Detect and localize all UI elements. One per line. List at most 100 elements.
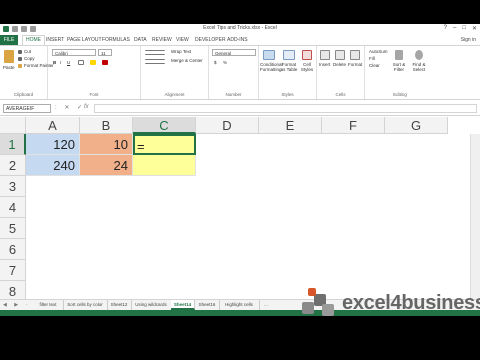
maximize-button[interactable]: □ bbox=[462, 25, 466, 32]
sign-in-link[interactable]: Sign in bbox=[461, 37, 476, 43]
row-header-1[interactable]: 1 bbox=[0, 134, 26, 155]
column-header-e[interactable]: E bbox=[259, 117, 322, 134]
fill-button[interactable]: Fill bbox=[369, 56, 375, 61]
conditional-formatting-label[interactable]: Conditional Formatting bbox=[260, 62, 283, 72]
select-all-corner[interactable] bbox=[0, 117, 26, 134]
worksheet-grid: A B C D E F G 1 2 3 4 5 6 7 8 120 10 = 2… bbox=[0, 117, 480, 299]
font-size-dropdown[interactable]: 11 bbox=[98, 49, 112, 56]
italic-button[interactable]: I bbox=[60, 60, 61, 65]
font-color-icon[interactable] bbox=[102, 60, 108, 65]
insert-cells-label[interactable]: Insert bbox=[319, 62, 330, 67]
delete-cells-label[interactable]: Delete bbox=[333, 62, 346, 67]
row-header-8[interactable]: 8 bbox=[0, 281, 26, 299]
tab-developer[interactable]: DEVELOPER bbox=[195, 37, 226, 43]
column-header-b[interactable]: B bbox=[80, 117, 133, 134]
row-header-4[interactable]: 4 bbox=[0, 197, 26, 218]
font-group: Calibri 11 B I U Font bbox=[48, 46, 141, 99]
cut-icon[interactable] bbox=[18, 50, 22, 54]
tab-home[interactable]: HOME bbox=[22, 35, 45, 45]
underline-button[interactable]: U bbox=[67, 60, 70, 65]
paste-label[interactable]: Paste bbox=[3, 65, 15, 70]
format-painter-icon[interactable] bbox=[18, 64, 22, 68]
help-button[interactable]: ? bbox=[444, 25, 447, 32]
close-button[interactable]: ✕ bbox=[472, 25, 477, 32]
tab-formulas[interactable]: FORMULAS bbox=[102, 37, 130, 43]
format-cells-label[interactable]: Format bbox=[348, 62, 362, 67]
format-cells-icon[interactable] bbox=[350, 50, 360, 60]
cell-a1[interactable]: 120 bbox=[26, 134, 80, 155]
find-select-label[interactable]: Find & Select bbox=[411, 62, 427, 72]
font-name-dropdown[interactable]: Calibri bbox=[52, 49, 96, 56]
clipboard-group: Paste Cut Copy Format Painter Clipboard bbox=[0, 46, 54, 99]
formula-input[interactable] bbox=[94, 104, 477, 113]
sheet-tab-using-wildcards[interactable]: Using wildcards bbox=[131, 300, 172, 310]
tab-review[interactable]: REVIEW bbox=[152, 37, 172, 43]
sheet-tab-highlight-cells[interactable]: Highlight cells bbox=[219, 300, 260, 310]
tab-view[interactable]: VIEW bbox=[176, 37, 189, 43]
autosum-button[interactable]: AutoSum bbox=[369, 49, 388, 54]
insert-cells-icon[interactable] bbox=[320, 50, 330, 60]
currency-button[interactable]: $ bbox=[214, 60, 217, 65]
copy-label[interactable]: Copy bbox=[24, 56, 35, 61]
styles-group-label: Styles bbox=[281, 92, 294, 97]
cell-b2[interactable]: 24 bbox=[80, 155, 133, 176]
find-select-icon[interactable] bbox=[415, 50, 423, 60]
align-top-icon[interactable] bbox=[145, 50, 165, 55]
format-as-table-icon[interactable] bbox=[283, 50, 295, 60]
cell-styles-label[interactable]: Cell Styles bbox=[300, 62, 314, 72]
number-format-dropdown[interactable]: General bbox=[212, 49, 256, 56]
percent-button[interactable]: % bbox=[223, 60, 227, 65]
sort-filter-icon[interactable] bbox=[395, 50, 403, 60]
column-header-f[interactable]: F bbox=[322, 117, 385, 134]
sheet-tab-more[interactable]: ... bbox=[259, 300, 273, 310]
delete-cells-icon[interactable] bbox=[335, 50, 345, 60]
cells-group: Insert Delete Format Cells bbox=[317, 46, 365, 99]
cell-a2[interactable]: 240 bbox=[26, 155, 80, 176]
copy-icon[interactable] bbox=[18, 57, 22, 61]
bold-button[interactable]: B bbox=[53, 60, 56, 65]
row-header-6[interactable]: 6 bbox=[0, 239, 26, 260]
sheet-tab-filter-text[interactable]: filter text bbox=[33, 300, 64, 310]
row-header-7[interactable]: 7 bbox=[0, 260, 26, 281]
sheet-tab-sheet16[interactable]: Sheet16 bbox=[195, 300, 220, 310]
row-header-2[interactable]: 2 bbox=[0, 155, 26, 176]
alignment-group-label: Alignment bbox=[164, 92, 185, 97]
cell-styles-icon[interactable] bbox=[302, 50, 312, 60]
fill-color-icon[interactable] bbox=[90, 60, 96, 65]
column-header-c[interactable]: C bbox=[133, 117, 196, 134]
borders-icon[interactable] bbox=[78, 60, 84, 65]
column-header-d[interactable]: D bbox=[196, 117, 259, 134]
column-header-g[interactable]: G bbox=[385, 117, 448, 134]
tab-add-ins[interactable]: ADD-INS bbox=[227, 37, 248, 43]
align-left-icon[interactable] bbox=[145, 59, 165, 64]
insert-function-button[interactable]: fx bbox=[84, 104, 89, 110]
cut-label[interactable]: Cut bbox=[24, 49, 31, 54]
clear-button[interactable]: Clear bbox=[369, 63, 380, 68]
merge-center-button[interactable]: Merge & Center bbox=[171, 58, 203, 63]
minimize-button[interactable]: – bbox=[453, 25, 456, 32]
vertical-scrollbar[interactable] bbox=[470, 134, 480, 299]
wrap-text-button[interactable]: Wrap Text bbox=[171, 49, 191, 54]
cell-b1[interactable]: 10 bbox=[80, 134, 133, 155]
ribbon: Paste Cut Copy Format Painter Clipboard … bbox=[0, 45, 480, 100]
tab-data[interactable]: DATA bbox=[134, 37, 147, 43]
paste-icon[interactable] bbox=[4, 50, 14, 63]
editing-group: AutoSum Fill Clear Sort & Filter Find & … bbox=[365, 46, 435, 99]
number-group: General $ % Number bbox=[209, 46, 259, 99]
conditional-formatting-icon[interactable] bbox=[263, 50, 275, 60]
tab-page-layout[interactable]: PAGE LAYOUT bbox=[67, 37, 102, 43]
column-header-a[interactable]: A bbox=[26, 117, 80, 134]
sheet-tab-sort-by-color[interactable]: Sort cells by color bbox=[63, 300, 108, 310]
format-as-table-label[interactable]: Format as Table bbox=[280, 62, 298, 72]
tab-file[interactable]: FILE bbox=[0, 35, 18, 45]
row-header-5[interactable]: 5 bbox=[0, 218, 26, 239]
tab-insert[interactable]: INSERT bbox=[46, 37, 64, 43]
sheet-nav-arrows[interactable]: ◀ ▶ · bbox=[3, 302, 30, 308]
sort-filter-label[interactable]: Sort & Filter bbox=[391, 62, 407, 72]
row-header-3[interactable]: 3 bbox=[0, 176, 26, 197]
sheet-tab-sheet14[interactable]: Sheet14 bbox=[171, 300, 195, 310]
sheet-tab-sheet12[interactable]: Sheet12 bbox=[107, 300, 132, 310]
cell-c2[interactable] bbox=[133, 155, 196, 176]
cell-c1[interactable]: = bbox=[133, 134, 196, 155]
name-box[interactable]: AVERAGEIF bbox=[3, 104, 51, 113]
